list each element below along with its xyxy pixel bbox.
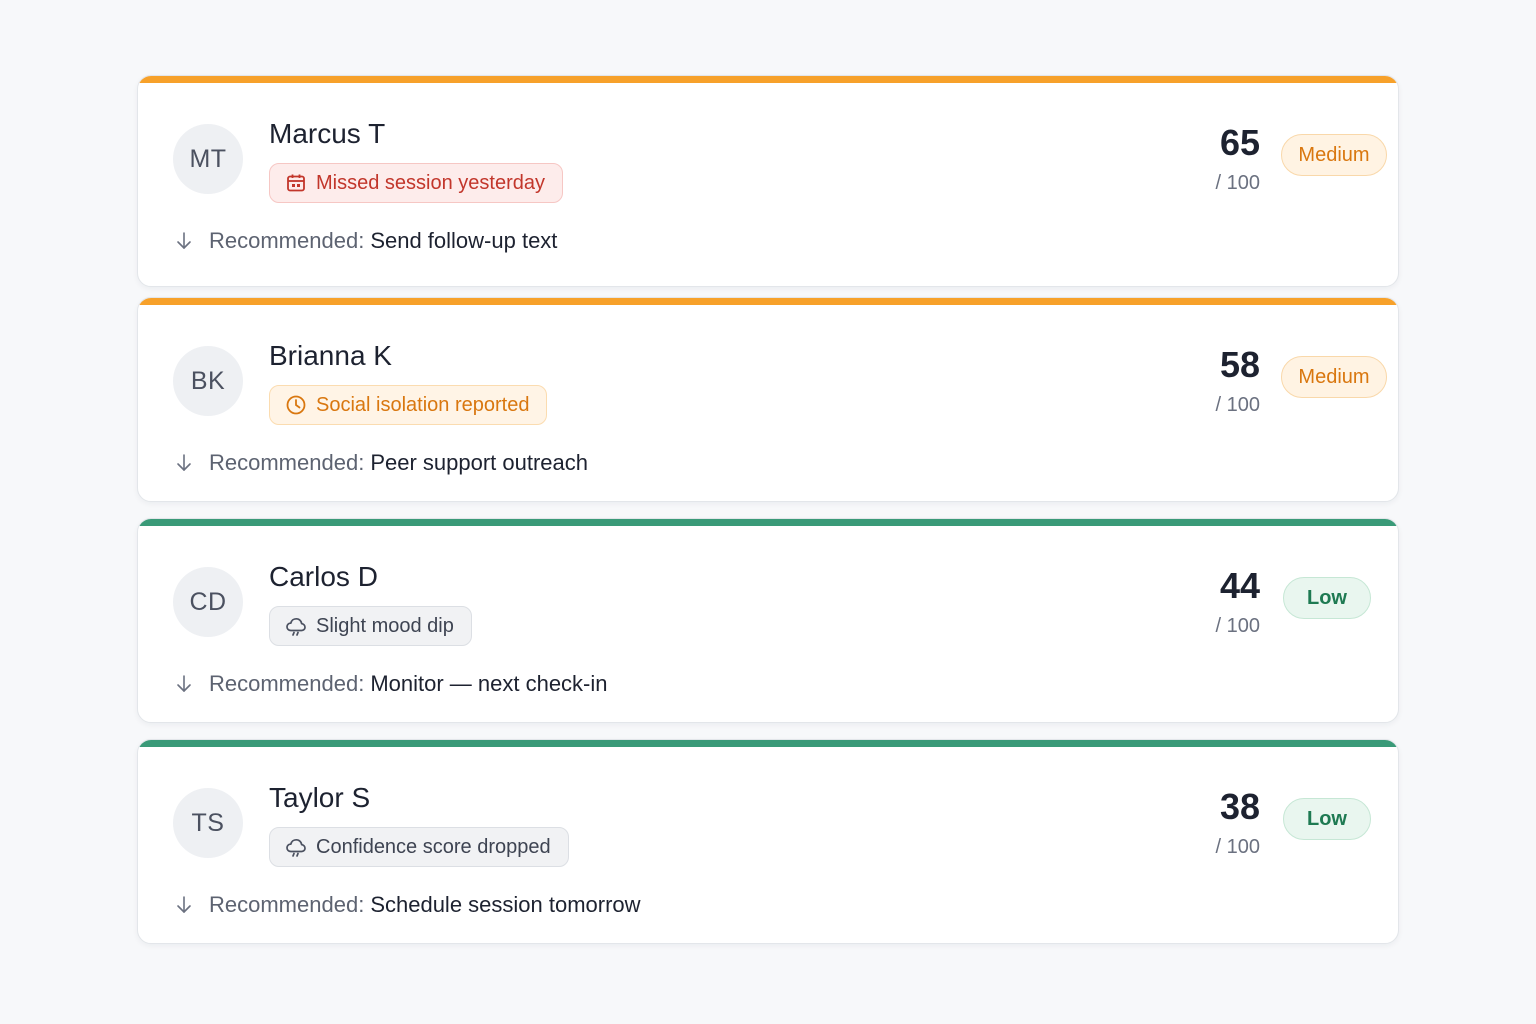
- alert-badge: Social isolation reported: [269, 385, 548, 425]
- avatar: CD: [173, 567, 243, 637]
- recommendation-prefix: Recommended:: [209, 892, 365, 917]
- risk-score-max: / 100: [1215, 615, 1260, 637]
- arrow-down-icon: [174, 453, 194, 473]
- clock-icon: [285, 394, 307, 416]
- risk-score: 58: [1219, 344, 1260, 385]
- recommendation-action[interactable]: Send follow-up text: [370, 228, 557, 254]
- recommendation: Recommended: Send follow-up text: [174, 228, 557, 254]
- risk-accent-bar: [138, 519, 1398, 526]
- student-name[interactable]: Marcus T: [269, 118, 385, 150]
- student-card-brianna[interactable]: BK Brianna K Social isolation reported R…: [137, 297, 1399, 502]
- student-risk-list: MT Marcus T Missed session yesterday Rec…: [137, 75, 1399, 954]
- risk-level-badge: Low: [1283, 798, 1371, 840]
- risk-level-badge: Medium: [1281, 356, 1387, 398]
- avatar: BK: [173, 346, 243, 416]
- student-card-marcus[interactable]: MT Marcus T Missed session yesterday Rec…: [137, 75, 1399, 287]
- alert-badge: Confidence score dropped: [269, 827, 569, 867]
- recommendation-prefix: Recommended:: [209, 450, 365, 475]
- risk-accent-bar: [138, 76, 1398, 83]
- risk-level-badge: Medium: [1281, 134, 1387, 176]
- recommendation-action[interactable]: Schedule session tomorrow: [370, 892, 640, 918]
- recommendation: Recommended: Peer support outreach: [174, 450, 588, 476]
- risk-score-max: / 100: [1215, 172, 1260, 194]
- risk-accent-bar: [138, 298, 1398, 305]
- risk-score-max: / 100: [1215, 394, 1260, 416]
- cloud-icon: [285, 615, 307, 637]
- risk-score: 38: [1219, 786, 1260, 827]
- alert-text: Confidence score dropped: [316, 835, 551, 858]
- alert-text: Social isolation reported: [316, 393, 530, 416]
- avatar: TS: [173, 788, 243, 858]
- alert-badge: Slight mood dip: [269, 606, 472, 646]
- alert-text: Missed session yesterday: [316, 171, 545, 194]
- alert-badge: Missed session yesterday: [269, 163, 563, 203]
- recommendation-prefix: Recommended:: [209, 228, 365, 253]
- student-card-carlos[interactable]: CD Carlos D Slight mood dip Recommended:…: [137, 518, 1399, 723]
- risk-accent-bar: [138, 740, 1398, 747]
- arrow-down-icon: [174, 674, 194, 694]
- recommendation-prefix: Recommended:: [209, 671, 365, 696]
- student-card-taylor[interactable]: TS Taylor S Confidence score dropped Rec…: [137, 739, 1399, 944]
- alert-text: Slight mood dip: [316, 614, 454, 637]
- arrow-down-icon: [174, 895, 194, 915]
- recommendation: Recommended: Schedule session tomorrow: [174, 892, 641, 918]
- risk-score-max: / 100: [1215, 836, 1260, 858]
- recommendation: Recommended: Monitor — next check-in: [174, 671, 608, 697]
- calendar-icon: [285, 172, 307, 194]
- arrow-down-icon: [174, 231, 194, 251]
- cloud-icon: [285, 836, 307, 858]
- recommendation-action[interactable]: Peer support outreach: [370, 450, 588, 476]
- avatar: MT: [173, 124, 243, 194]
- recommendation-action[interactable]: Monitor — next check-in: [370, 671, 607, 697]
- risk-score: 65: [1219, 122, 1260, 163]
- risk-level-badge: Low: [1283, 577, 1371, 619]
- student-name[interactable]: Taylor S: [269, 782, 370, 814]
- student-name[interactable]: Brianna K: [269, 340, 392, 372]
- student-name[interactable]: Carlos D: [269, 561, 378, 593]
- risk-score: 44: [1219, 565, 1260, 606]
